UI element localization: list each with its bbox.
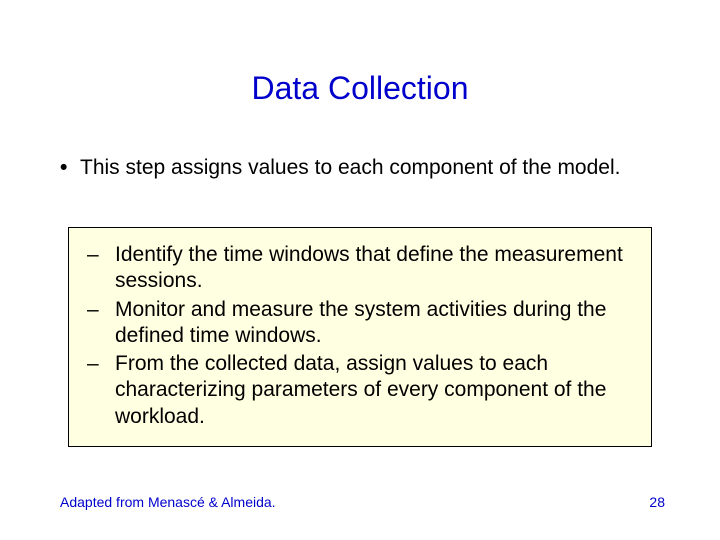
sub-bullet: – Monitor and measure the system activit… — [85, 297, 635, 350]
sub-bullet-text: Identify the time windows that define th… — [115, 242, 635, 295]
sub-bullet-text: Monitor and measure the system activitie… — [115, 297, 635, 350]
highlight-box: – Identify the time windows that define … — [68, 227, 652, 447]
page-number: 28 — [649, 494, 665, 510]
slide-title: Data Collection — [0, 70, 720, 107]
dash-icon: – — [85, 242, 115, 295]
main-bullet-text: This step assigns values to each compone… — [80, 155, 620, 181]
slide: Data Collection • This step assigns valu… — [0, 0, 720, 540]
sub-bullet-text: From the collected data, assign values t… — [115, 351, 635, 430]
dash-icon: – — [85, 351, 115, 430]
dash-icon: – — [85, 297, 115, 350]
bullet-dot: • — [60, 155, 80, 181]
footer-attribution: Adapted from Menascé & Almeida. — [60, 494, 276, 510]
sub-bullet: – Identify the time windows that define … — [85, 242, 635, 295]
main-bullet: • This step assigns values to each compo… — [60, 155, 660, 181]
sub-bullet: – From the collected data, assign values… — [85, 351, 635, 430]
